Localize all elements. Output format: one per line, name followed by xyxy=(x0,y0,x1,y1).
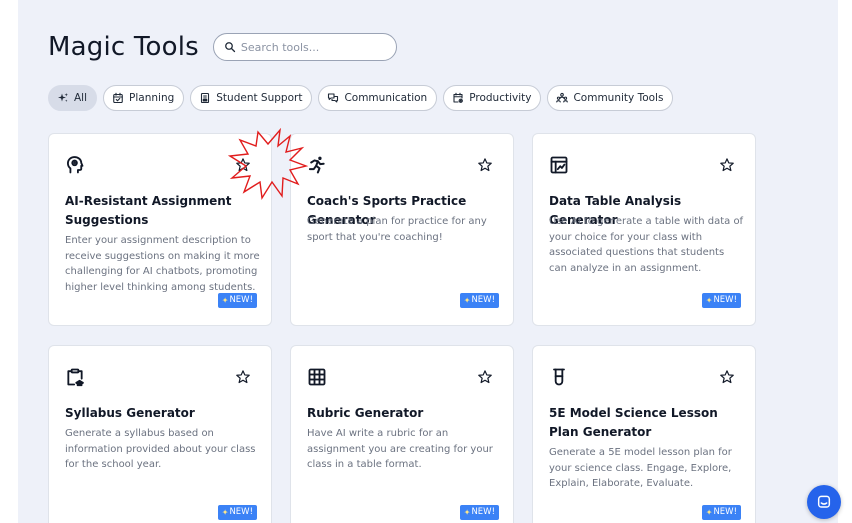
filter-chip-label: Community Tools xyxy=(573,92,664,104)
clipboard-icon xyxy=(201,92,210,104)
page-title: Magic Tools xyxy=(48,32,199,62)
new-badge: ✦ NEW! xyxy=(459,505,499,520)
card-description: Generate a syllabus based on information… xyxy=(65,428,256,470)
filter-chip-student-support[interactable]: Student Support xyxy=(190,85,313,111)
search-icon xyxy=(225,42,236,53)
syllabus-icon xyxy=(65,367,85,387)
favorite-star-icon[interactable] xyxy=(477,369,493,385)
filter-chip-label: Communication xyxy=(344,92,428,104)
card-description: Have AI write a rubric for an assignment… xyxy=(307,428,493,470)
card-description: Generate a plan for practice for any spo… xyxy=(307,216,487,243)
sparkle-icon: ✦ xyxy=(463,508,471,517)
tool-card-rubric-generator[interactable]: Rubric Generator Have AI write a rubric … xyxy=(290,345,514,523)
card-description: Enter your assignment description to rec… xyxy=(65,235,260,293)
sparkle-icon: ✦ xyxy=(705,508,713,517)
filter-chip-communication[interactable]: Communication xyxy=(318,85,438,111)
filter-chip-label: All xyxy=(74,92,88,104)
calendar-check-icon xyxy=(113,92,123,104)
filter-bar: All Planning Student Support Communicati… xyxy=(48,85,679,111)
filter-chip-label: Planning xyxy=(129,92,175,104)
sparkle-icon: ✦ xyxy=(705,296,713,305)
test-tube-icon xyxy=(549,367,569,387)
favorite-star-icon[interactable] xyxy=(235,369,251,385)
filter-chip-label: Student Support xyxy=(216,92,303,104)
favorite-star-icon[interactable] xyxy=(719,369,735,385)
filter-chip-label: Productivity xyxy=(469,92,532,104)
tool-card-5e-science-lesson-plan[interactable]: 5E Model Science Lesson Plan Generator G… xyxy=(532,345,756,523)
card-title: Syllabus Generator xyxy=(65,406,195,420)
community-icon xyxy=(556,92,569,103)
card-title: AI-Resistant Assignment Suggestions xyxy=(65,194,232,227)
brain-head-icon xyxy=(65,155,85,175)
new-badge: ✦ NEW! xyxy=(701,505,741,520)
tool-card-ai-resistant-assignment[interactable]: AI-Resistant Assignment Suggestions Ente… xyxy=(48,133,272,326)
card-title: Rubric Generator xyxy=(307,406,424,420)
tool-card-data-table-analysis[interactable]: Data Table Analysis Generator Use AI to … xyxy=(532,133,756,326)
filter-chip-productivity[interactable]: Productivity xyxy=(443,85,542,111)
filter-chip-community-tools[interactable]: Community Tools xyxy=(547,85,674,111)
favorite-star-icon[interactable] xyxy=(719,157,735,173)
sparkle-icon: ✦ xyxy=(221,508,229,517)
chat-icon xyxy=(817,495,831,508)
calendar-settings-icon xyxy=(453,92,464,103)
filter-chip-all[interactable]: All xyxy=(48,85,98,111)
card-description: Generate a 5E model lesson plan for your… xyxy=(549,447,732,489)
new-badge: ✦ NEW! xyxy=(459,293,499,308)
search-input[interactable] xyxy=(240,40,391,54)
chat-bubbles-icon xyxy=(328,93,339,103)
card-title: 5E Model Science Lesson Plan Generator xyxy=(549,406,718,439)
grid-table-icon xyxy=(307,367,327,387)
tool-card-coach-sports-practice[interactable]: Coach's Sports Practice Generator Genera… xyxy=(290,133,514,326)
sparkles-icon xyxy=(58,93,68,102)
header: Magic Tools xyxy=(48,32,397,62)
favorite-star-icon[interactable] xyxy=(477,157,493,173)
search-box[interactable] xyxy=(212,33,397,61)
new-badge: ✦ NEW! xyxy=(217,505,257,520)
sparkle-icon: ✦ xyxy=(221,296,229,305)
new-badge: ✦ NEW! xyxy=(701,293,741,308)
tool-card-syllabus-generator[interactable]: Syllabus Generator Generate a syllabus b… xyxy=(48,345,272,523)
sparkle-icon: ✦ xyxy=(463,296,471,305)
filter-chip-planning[interactable]: Planning xyxy=(103,85,185,111)
data-table-icon xyxy=(549,155,569,175)
card-description: Use AI to generate a table with data of … xyxy=(549,216,744,274)
page-canvas: Magic Tools All Planning Student Support… xyxy=(18,0,838,523)
chat-support-button[interactable] xyxy=(807,485,841,519)
favorite-star-icon[interactable] xyxy=(235,157,251,173)
running-person-icon xyxy=(307,155,327,175)
new-badge: ✦ NEW! xyxy=(217,293,257,308)
